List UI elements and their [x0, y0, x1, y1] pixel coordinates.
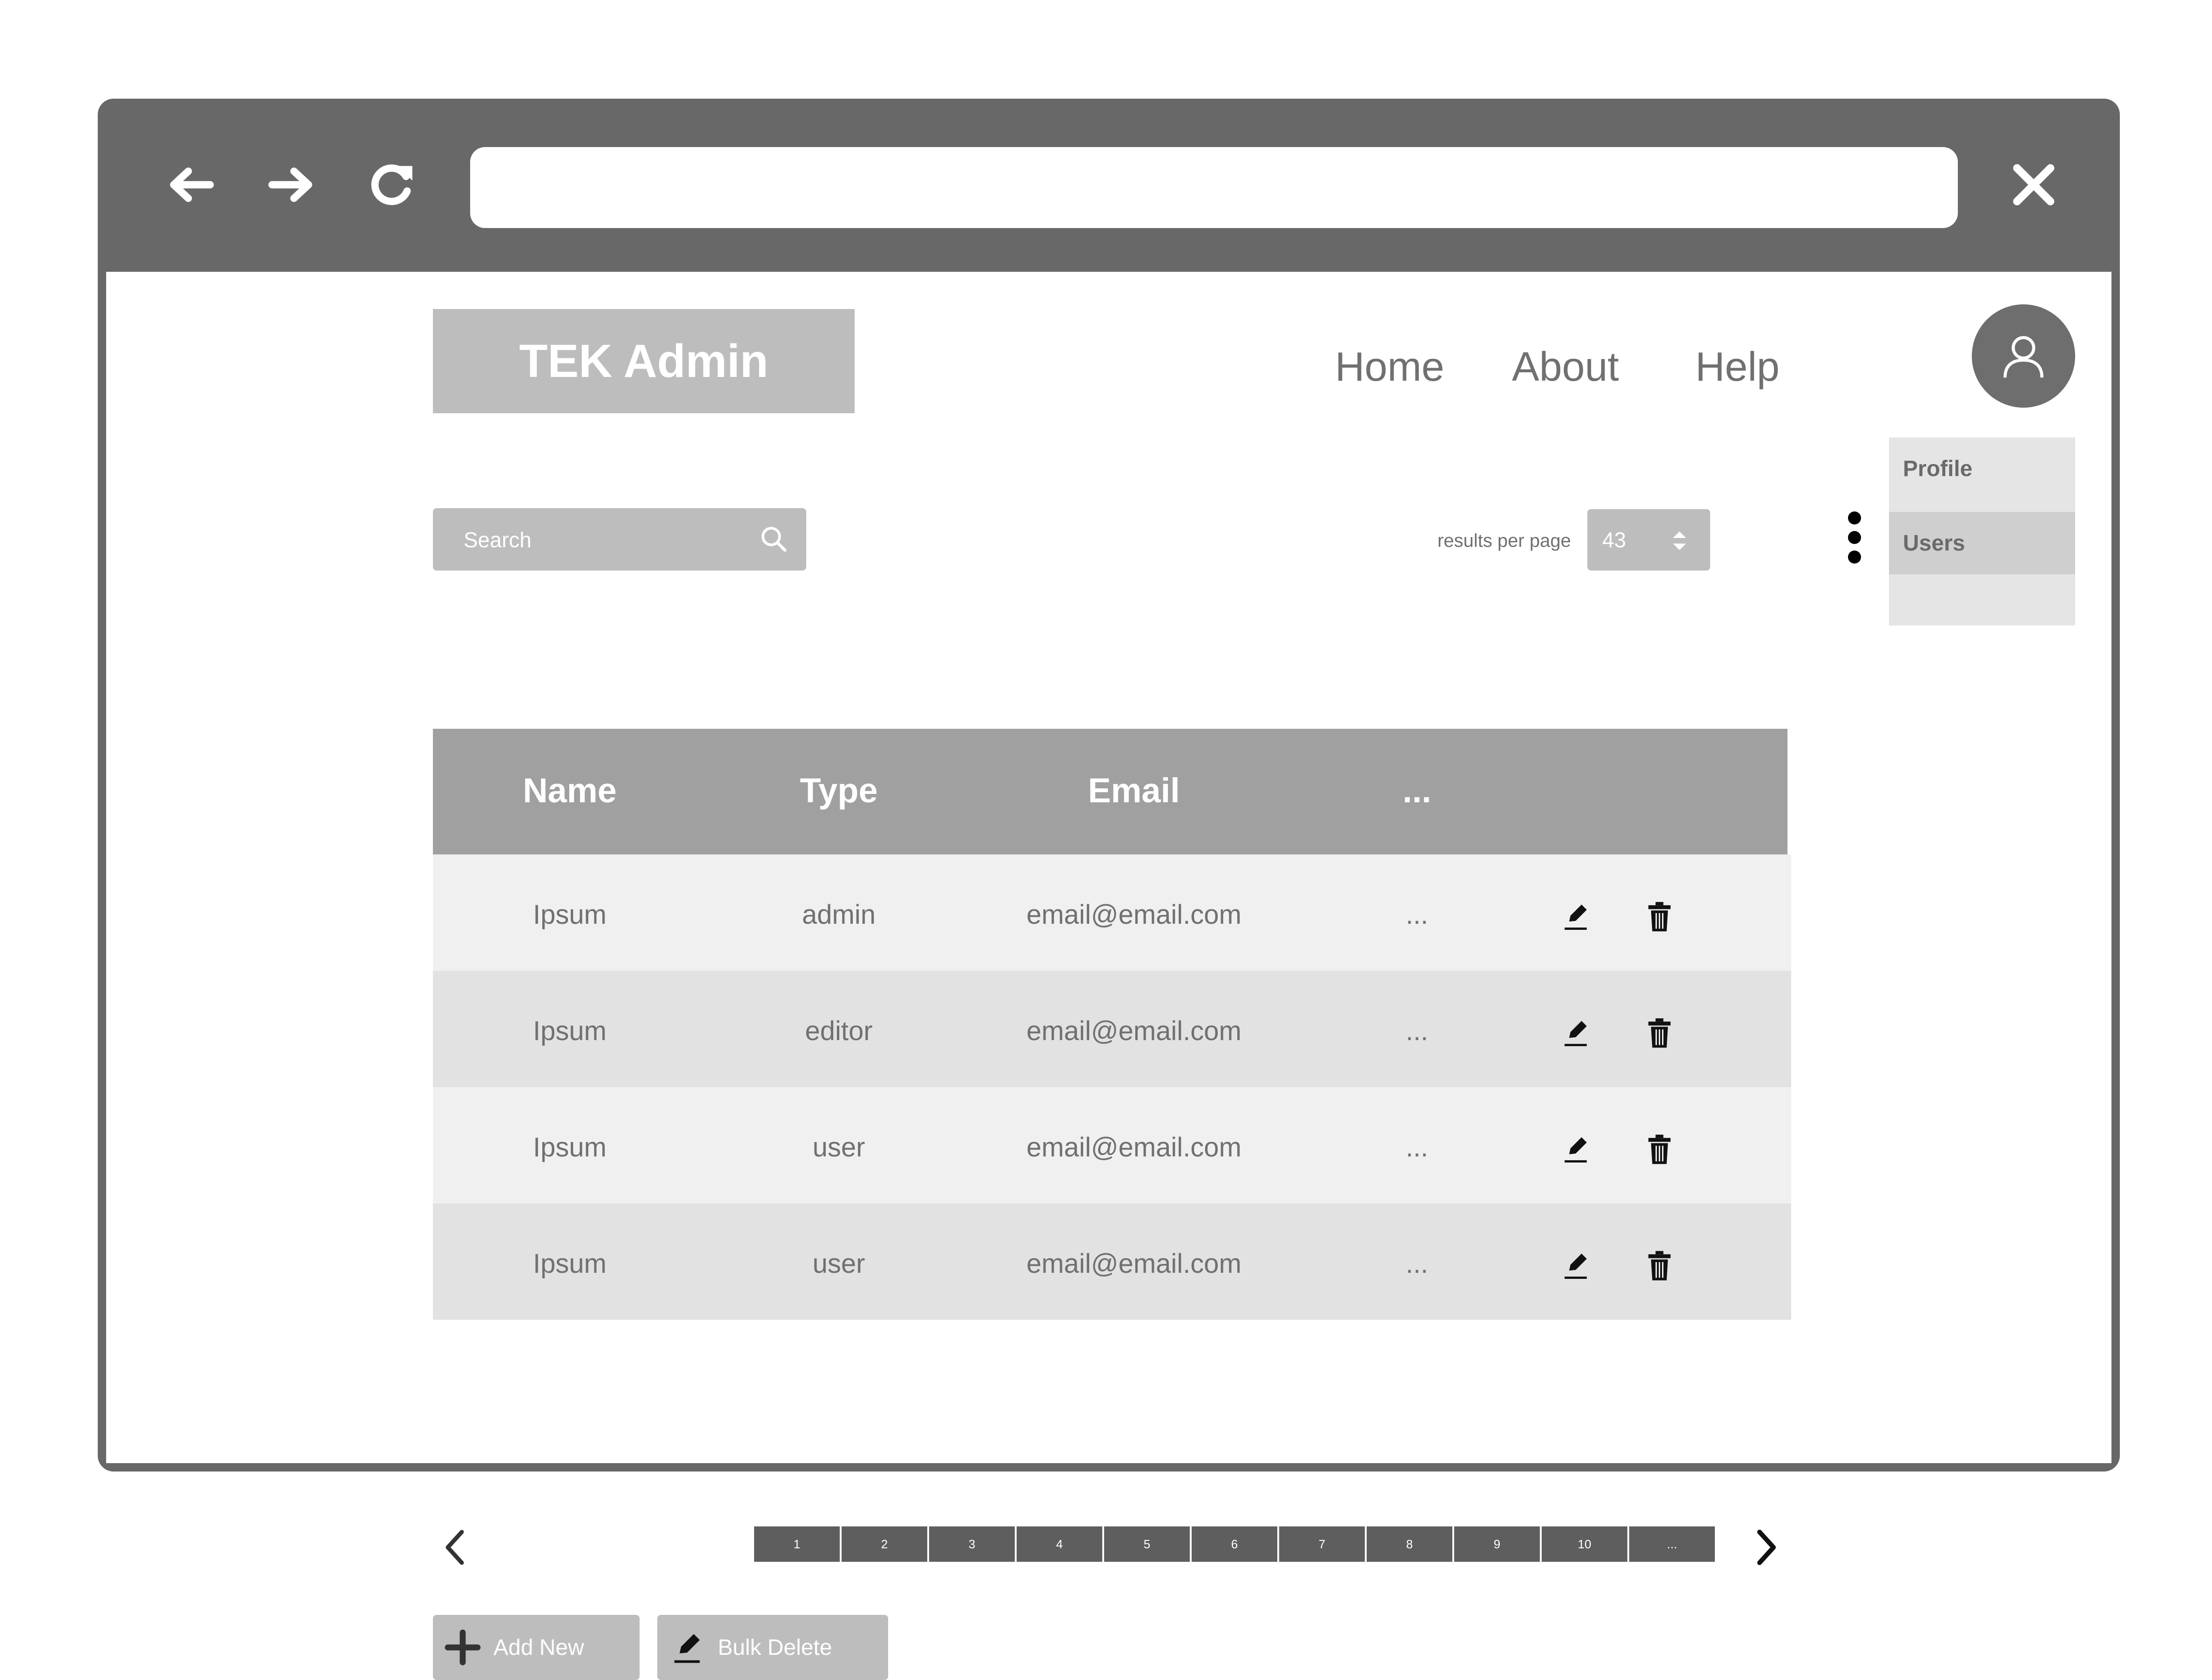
- cell-name: Ipsum: [533, 900, 607, 930]
- cell-type: user: [812, 1132, 865, 1163]
- page-button-9[interactable]: 9: [1454, 1526, 1540, 1562]
- table-row[interactable]: Ipsum user email@email.com ...: [433, 1087, 1791, 1203]
- cell-name: Ipsum: [533, 1132, 607, 1163]
- cell-email: email@email.com: [1026, 900, 1241, 930]
- reload-icon: [371, 164, 412, 205]
- edit-icon[interactable]: [1559, 1249, 1592, 1282]
- users-table: Name Type Email ... Ipsum admin email@em…: [433, 729, 1791, 1320]
- page-button-ellipsis[interactable]: ...: [1629, 1526, 1715, 1562]
- kebab-dot: [1848, 551, 1861, 564]
- close-window-button[interactable]: [2003, 155, 2064, 215]
- cell-more: ...: [1405, 1249, 1429, 1279]
- table-header: Name Type Email ...: [433, 729, 1787, 854]
- cell-more: ...: [1405, 1016, 1429, 1046]
- chevron-right-icon[interactable]: [1749, 1526, 1782, 1568]
- user-icon: [2003, 336, 2043, 378]
- page-button-8[interactable]: 8: [1367, 1526, 1452, 1562]
- add-new-label: Add New: [493, 1635, 584, 1660]
- nav-link-help[interactable]: Help: [1695, 346, 1780, 387]
- reload-button[interactable]: [361, 155, 422, 215]
- arrow-right-icon: [268, 168, 312, 202]
- user-avatar-button[interactable]: [1972, 304, 2075, 408]
- kebab-dot: [1848, 511, 1861, 524]
- page-button-5[interactable]: 5: [1104, 1526, 1190, 1562]
- column-header-email[interactable]: Email: [1088, 771, 1180, 810]
- results-per-page-select[interactable]: 43: [1587, 509, 1710, 571]
- search-box: [433, 508, 806, 571]
- column-header-name[interactable]: Name: [523, 771, 617, 810]
- browser-window: TEK Admin Home About Help Profile Users …: [98, 99, 2120, 1680]
- edit-icon[interactable]: [1559, 1133, 1592, 1165]
- more-options-button[interactable]: [1841, 508, 1868, 567]
- cell-email: email@email.com: [1026, 1132, 1241, 1163]
- cell-email: email@email.com: [1026, 1016, 1241, 1046]
- search-input[interactable]: [433, 508, 762, 571]
- page-button-3[interactable]: 3: [929, 1526, 1015, 1562]
- trash-icon[interactable]: [1643, 1016, 1676, 1049]
- cell-email: email@email.com: [1026, 1249, 1241, 1279]
- edit-icon[interactable]: [1559, 900, 1592, 933]
- page-button-7[interactable]: 7: [1279, 1526, 1365, 1562]
- cell-more: ...: [1405, 1132, 1429, 1163]
- cell-type: user: [812, 1249, 865, 1279]
- plus-icon: [445, 1629, 481, 1666]
- column-header-type[interactable]: Type: [800, 771, 877, 810]
- cell-type: admin: [802, 900, 876, 930]
- cell-more: ...: [1405, 900, 1429, 930]
- page-button-10[interactable]: 10: [1542, 1526, 1627, 1562]
- add-new-button[interactable]: Add New: [433, 1615, 640, 1680]
- address-bar[interactable]: [470, 147, 1958, 228]
- browser-toolbar: [98, 99, 2120, 272]
- pagination: 1 2 3 4 5 6 7 8 9 10 ...: [754, 1526, 1717, 1562]
- forward-button[interactable]: [262, 155, 322, 215]
- back-button[interactable]: [160, 155, 221, 215]
- search-icon[interactable]: [759, 524, 789, 554]
- menu-item-profile[interactable]: Profile: [1889, 437, 2075, 500]
- trash-icon[interactable]: [1643, 1249, 1676, 1282]
- table-row[interactable]: Ipsum editor email@email.com ...: [433, 971, 1791, 1087]
- user-dropdown-menu: Profile Users: [1889, 437, 2075, 625]
- page-viewport: TEK Admin Home About Help Profile Users …: [106, 272, 2111, 1680]
- chevron-left-icon[interactable]: [439, 1526, 472, 1568]
- bulk-delete-label: Bulk Delete: [718, 1635, 832, 1660]
- results-per-page-value: 43: [1602, 528, 1626, 552]
- app-logo[interactable]: TEK Admin: [433, 309, 855, 413]
- trash-icon[interactable]: [1643, 1133, 1676, 1165]
- cell-name: Ipsum: [533, 1249, 607, 1279]
- page-button-1[interactable]: 1: [754, 1526, 840, 1562]
- edit-icon: [674, 1634, 700, 1663]
- table-row[interactable]: Ipsum admin email@email.com ...: [433, 854, 1791, 971]
- bulk-delete-button[interactable]: Bulk Delete: [657, 1615, 888, 1680]
- menu-item-users[interactable]: Users: [1889, 512, 2075, 574]
- page-button-2[interactable]: 2: [842, 1526, 927, 1562]
- nav-link-about[interactable]: About: [1512, 346, 1619, 387]
- page-button-4[interactable]: 4: [1017, 1526, 1102, 1562]
- cell-type: editor: [805, 1016, 873, 1046]
- cell-name: Ipsum: [533, 1016, 607, 1046]
- results-per-page-label: results per page: [1437, 531, 1571, 551]
- edit-icon[interactable]: [1559, 1016, 1592, 1049]
- close-icon: [2013, 164, 2055, 206]
- nav-link-home[interactable]: Home: [1335, 346, 1444, 387]
- trash-icon[interactable]: [1643, 900, 1676, 933]
- page-button-6[interactable]: 6: [1192, 1526, 1277, 1562]
- stepper-icon: [1673, 531, 1686, 550]
- arrow-left-icon: [170, 168, 214, 202]
- column-header-more[interactable]: ...: [1403, 771, 1431, 810]
- kebab-dot: [1848, 531, 1861, 544]
- table-row[interactable]: Ipsum user email@email.com ...: [433, 1203, 1791, 1320]
